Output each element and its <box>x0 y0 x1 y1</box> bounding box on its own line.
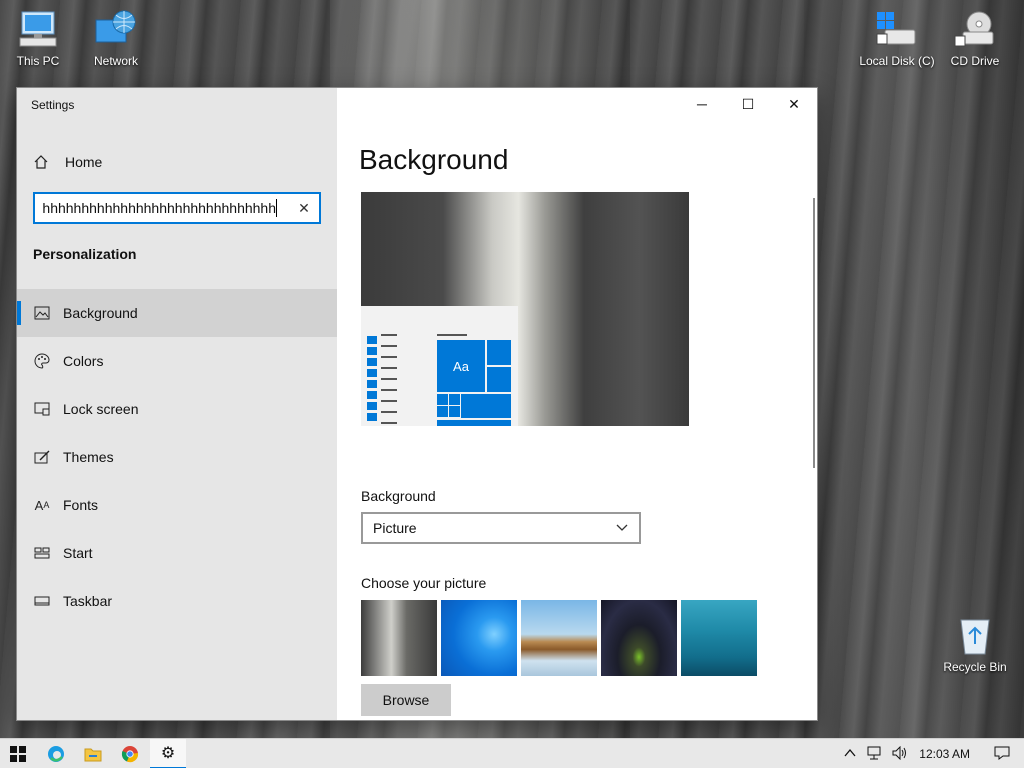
home-icon <box>33 154 49 170</box>
desktop-icon-local-disk[interactable]: Local Disk (C) <box>859 10 935 68</box>
sidebar-item-label: Themes <box>63 449 114 465</box>
settings-taskbar-button[interactable]: ⚙ <box>150 739 186 768</box>
notification-icon[interactable] <box>984 746 1024 763</box>
taskbar-icon <box>33 593 51 609</box>
choose-picture-label: Choose your picture <box>361 575 487 591</box>
file-explorer-taskbar-button[interactable] <box>75 739 111 768</box>
system-tray: 12:03 AM <box>839 739 1024 768</box>
sidebar-item-background[interactable]: Background <box>17 289 337 337</box>
close-button[interactable]: ✕ <box>771 88 817 120</box>
computer-icon <box>16 10 60 50</box>
settings-window: Settings Home hhhhhhhhhhhhhhhhhhhhhhhhhh… <box>17 88 817 720</box>
picture-thumbnail[interactable] <box>441 600 517 676</box>
desktop-icon-cd-drive[interactable]: CD Drive <box>937 10 1013 68</box>
themes-icon <box>33 449 51 465</box>
desktop-icon-label: Local Disk (C) <box>859 54 935 68</box>
desktop-icon-label: Network <box>93 54 138 68</box>
edge-icon <box>48 746 64 762</box>
clear-search-button[interactable]: ✕ <box>289 194 319 222</box>
maximize-button[interactable]: ☐ <box>725 88 771 120</box>
picture-thumbnail[interactable] <box>681 600 757 676</box>
page-title: Background <box>359 144 509 175</box>
chrome-taskbar-button[interactable] <box>112 739 148 768</box>
minimize-button[interactable]: ─ <box>679 88 725 120</box>
lock-screen-icon <box>33 401 51 417</box>
network-status-icon[interactable] <box>861 746 887 763</box>
desktop-icon-network[interactable]: Network <box>78 10 154 68</box>
desktop-icon-label: Recycle Bin <box>943 660 1007 674</box>
desktop-icon-label: CD Drive <box>950 54 1000 68</box>
chevron-down-icon <box>615 520 629 537</box>
sidebar-item-label: Start <box>63 545 93 561</box>
picture-thumbnail[interactable] <box>601 600 677 676</box>
text-caret <box>276 199 277 217</box>
recycle-bin-icon <box>953 616 997 656</box>
chrome-icon <box>121 746 139 763</box>
picture-thumbnails <box>361 600 761 676</box>
background-type-dropdown[interactable]: Picture <box>361 512 641 544</box>
scrollbar[interactable] <box>813 198 815 468</box>
start-menu-mock: Aa <box>361 306 518 426</box>
chevron-up-icon[interactable] <box>839 747 861 761</box>
start-icon <box>33 545 51 561</box>
clock-time[interactable]: 12:03 AM <box>913 747 984 761</box>
desktop-icon-this-pc[interactable]: This PC <box>0 10 76 68</box>
search-input[interactable]: hhhhhhhhhhhhhhhhhhhhhhhhhhhhhhhh ✕ <box>33 192 321 224</box>
home-label: Home <box>65 154 103 170</box>
edge-taskbar-button[interactable] <box>38 739 74 768</box>
image-icon <box>33 305 51 321</box>
content-pane: ─ ☐ ✕ Background Aa Background Picture C… <box>337 88 817 720</box>
start-button[interactable] <box>0 739 36 768</box>
drive-icon <box>875 10 919 50</box>
background-preview: Aa <box>361 192 689 426</box>
browse-button[interactable]: Browse <box>361 684 451 716</box>
sidebar: Settings Home hhhhhhhhhhhhhhhhhhhhhhhhhh… <box>17 88 337 720</box>
caption-buttons: ─ ☐ ✕ <box>679 88 817 120</box>
sidebar-item-label: Lock screen <box>63 401 139 417</box>
sidebar-item-label: Background <box>63 305 138 321</box>
network-icon <box>94 10 138 50</box>
cd-drive-icon <box>953 10 997 50</box>
home-nav-item[interactable]: Home <box>17 148 337 176</box>
sidebar-item-label: Colors <box>63 353 104 369</box>
dropdown-value: Picture <box>373 520 417 536</box>
sidebar-item-fonts[interactable]: AA Fonts <box>17 481 337 529</box>
sidebar-item-lock-screen[interactable]: Lock screen <box>17 385 337 433</box>
windows-logo-icon <box>10 746 26 762</box>
sidebar-item-label: Taskbar <box>63 593 113 609</box>
sidebar-item-taskbar[interactable]: Taskbar <box>17 577 337 625</box>
folder-icon <box>84 748 102 762</box>
desktop-icon-label: This PC <box>16 54 60 68</box>
preview-tile: Aa <box>437 340 485 392</box>
section-title: Personalization <box>33 246 137 262</box>
personalization-nav: Background Colors Lock screen Themes A A… <box>17 289 337 625</box>
window-title: Settings <box>31 98 75 112</box>
search-input-value: hhhhhhhhhhhhhhhhhhhhhhhhhhhhhhhh <box>43 200 276 216</box>
sidebar-item-start[interactable]: Start <box>17 529 337 577</box>
palette-icon <box>33 353 51 369</box>
background-type-label: Background <box>361 488 436 504</box>
taskbar: ⚙ 12:03 AM <box>0 738 1024 768</box>
volume-icon[interactable] <box>887 745 913 763</box>
picture-thumbnail[interactable] <box>521 600 597 676</box>
desktop-icon-recycle-bin[interactable]: Recycle Bin <box>937 616 1013 674</box>
sidebar-item-themes[interactable]: Themes <box>17 433 337 481</box>
fonts-icon: AA <box>34 497 50 513</box>
sidebar-item-colors[interactable]: Colors <box>17 337 337 385</box>
gear-icon: ⚙ <box>160 745 176 762</box>
picture-thumbnail[interactable] <box>361 600 437 676</box>
sidebar-item-label: Fonts <box>63 497 99 513</box>
